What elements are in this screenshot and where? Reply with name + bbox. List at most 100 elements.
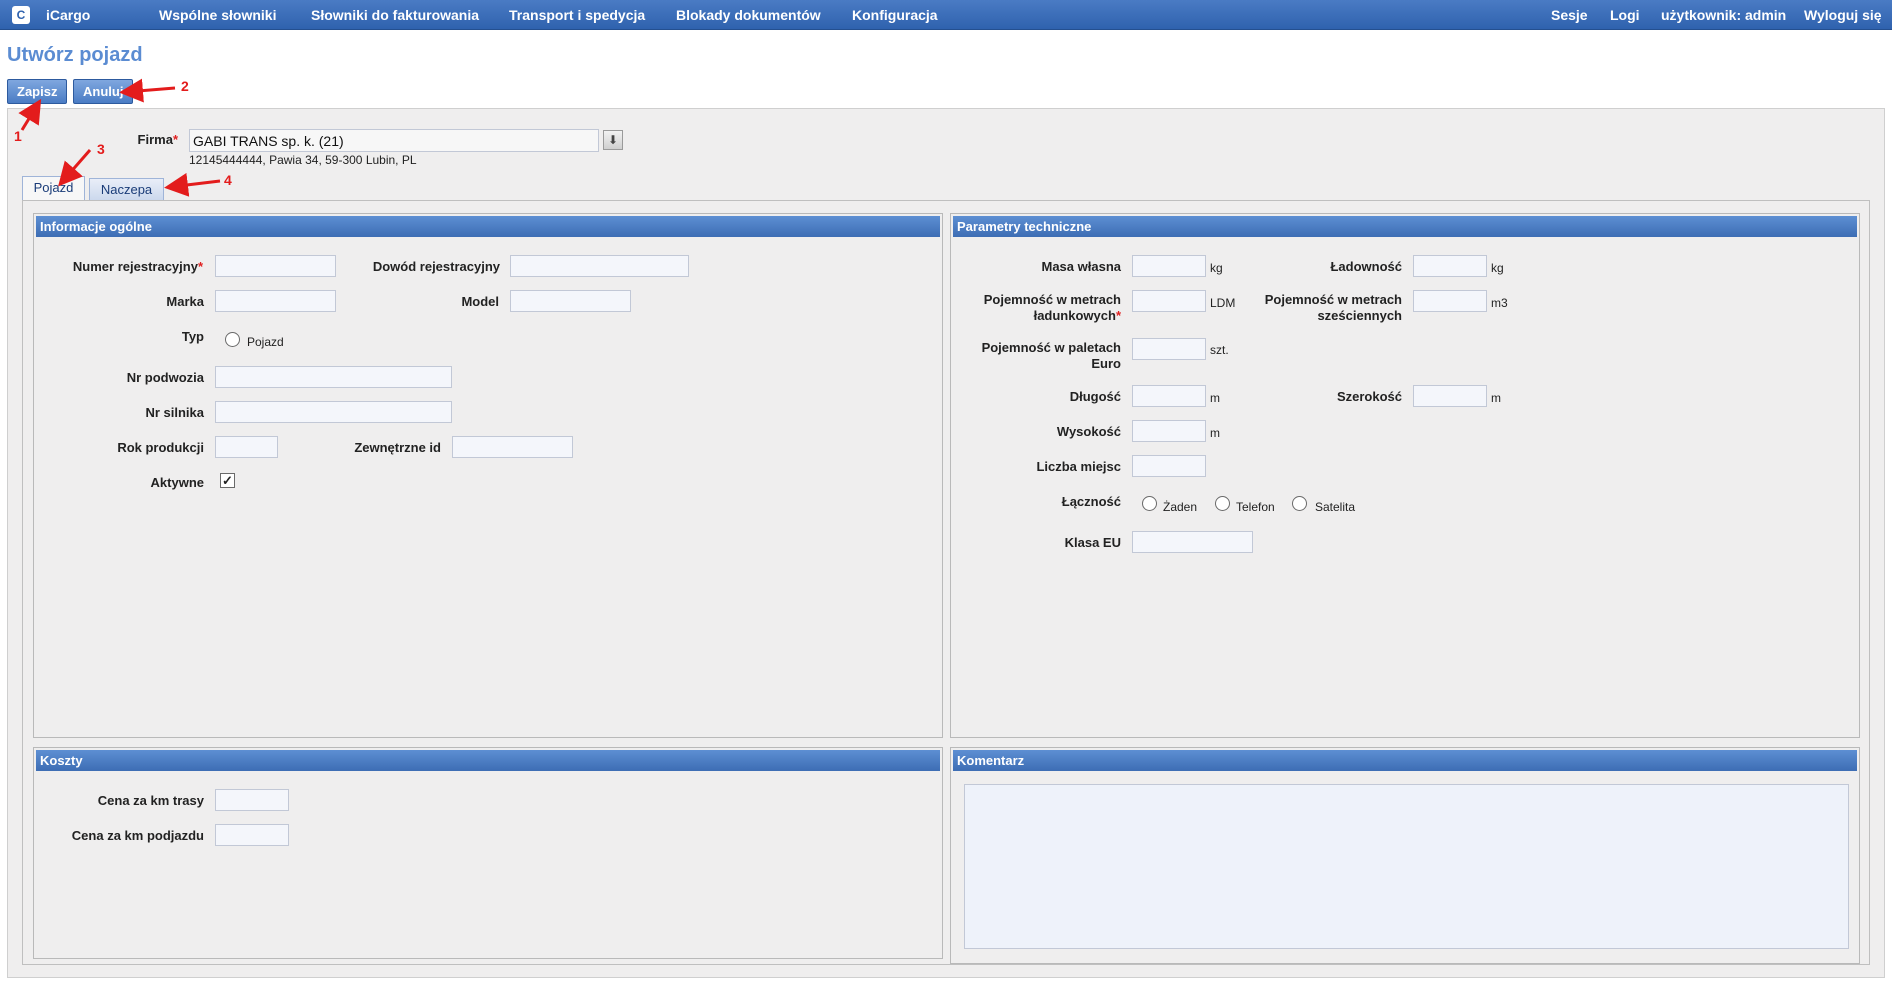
ladownosc-input[interactable] xyxy=(1413,255,1487,277)
dowod-rejestracyjny-input[interactable] xyxy=(510,255,689,277)
ladownosc-label: Ładowność xyxy=(1330,259,1402,274)
rok-produkcji-input[interactable] xyxy=(215,436,278,458)
logout-link[interactable]: Wyloguj się xyxy=(1804,7,1882,23)
dlugosc-unit: m xyxy=(1210,391,1220,405)
wysokosc-label: Wysokość xyxy=(1056,424,1121,439)
cena-trasy-label: Cena za km trasy xyxy=(97,793,204,808)
lacznosc-telefon-radio[interactable] xyxy=(1215,496,1230,511)
lacznosc-zaden-radio[interactable] xyxy=(1142,496,1157,511)
nav-item-logi[interactable]: Logi xyxy=(1610,7,1640,23)
firma-address: 12145444444, Pawia 34, 59-300 Lubin, PL xyxy=(189,153,417,167)
numer-rejestracyjny-label: Numer rejestracyjny* xyxy=(40,259,203,274)
lacznosc-zaden-label: Żaden xyxy=(1163,500,1198,514)
icargo-logo-icon: C xyxy=(12,6,30,24)
nav-item-konfiguracja[interactable]: Konfiguracja xyxy=(852,7,938,23)
page-title: Utwórz pojazd xyxy=(7,44,143,66)
numer-rejestracyjny-input[interactable] xyxy=(215,255,336,277)
typ-label: Typ xyxy=(181,329,204,344)
download-arrow-icon[interactable]: ⬇ xyxy=(603,130,623,150)
cena-podjazdu-label: Cena za km podjazdu xyxy=(71,828,204,843)
typ-pojazd-label: Pojazd xyxy=(247,335,284,349)
save-button[interactable]: Zapisz xyxy=(7,79,68,104)
klasa-eu-input[interactable] xyxy=(1132,531,1253,553)
panel-header-general: Informacje ogólne xyxy=(36,216,940,237)
cancel-button[interactable]: Anuluj xyxy=(73,79,134,104)
cena-podjazdu-input[interactable] xyxy=(215,824,289,846)
annotation-4: 4 xyxy=(224,172,232,188)
tab-naczepa[interactable]: Naczepa xyxy=(89,178,164,202)
zewnetrzne-id-label: Zewnętrzne id xyxy=(354,440,441,455)
nav-item-slowniki-fakturowania[interactable]: Słowniki do fakturowania xyxy=(311,7,479,23)
pojemnosc-palety-input[interactable] xyxy=(1132,338,1206,360)
lacznosc-telefon-label: Telefon xyxy=(1236,500,1275,514)
firma-field[interactable] xyxy=(189,129,599,152)
nav-item-sesje[interactable]: Sesje xyxy=(1551,7,1588,23)
annotation-3: 3 xyxy=(97,141,105,157)
app-name: iCargo xyxy=(46,7,91,23)
panel-costs: Koszty xyxy=(33,747,943,959)
numer-rejestracyjny-label-text: Numer rejestracyjny xyxy=(72,259,198,274)
annotation-1: 1 xyxy=(14,128,22,144)
aktywne-label: Aktywne xyxy=(150,475,204,490)
nr-silnika-input[interactable] xyxy=(215,401,452,423)
nav-item-blokady-dokumentow[interactable]: Blokady dokumentów xyxy=(676,7,821,23)
liczba-miejsc-label: Liczba miejsc xyxy=(1036,459,1121,474)
firma-label: Firma* xyxy=(120,132,178,147)
masa-wlasna-unit: kg xyxy=(1210,261,1223,275)
pojemnosc-palety-unit: szt. xyxy=(1210,343,1229,357)
pojemnosc-m3-label: Pojemność w metrach sześciennych xyxy=(1230,292,1402,324)
marka-input[interactable] xyxy=(215,290,336,312)
lacznosc-label: Łączność xyxy=(1061,494,1121,509)
nr-podwozia-input[interactable] xyxy=(215,366,452,388)
pojemnosc-m3-label-line1: Pojemność w metrach xyxy=(1264,292,1402,307)
zewnetrzne-id-input[interactable] xyxy=(452,436,573,458)
annotation-2: 2 xyxy=(181,78,189,94)
ladownosc-unit: kg xyxy=(1491,261,1504,275)
aktywne-checkbox[interactable]: ✓ xyxy=(220,473,235,488)
dlugosc-label: Długość xyxy=(1069,389,1121,404)
user-label: użytkownik: admin xyxy=(1661,7,1787,23)
required-marker: * xyxy=(1115,308,1121,323)
lacznosc-satelita-radio[interactable] xyxy=(1292,496,1307,511)
app-logo[interactable]: C iCargo xyxy=(12,5,90,25)
pojemnosc-palety-label-line1: Pojemność w paletach xyxy=(981,340,1121,355)
required-marker: * xyxy=(197,259,203,274)
pojemnosc-ldm-input[interactable] xyxy=(1132,290,1206,312)
liczba-miejsc-input[interactable] xyxy=(1132,455,1206,477)
typ-pojazd-radio[interactable] xyxy=(225,332,240,347)
pojemnosc-ldm-label-line1: Pojemność w metrach xyxy=(983,292,1121,307)
top-nav-bar: C iCargo Wspólne słowniki Słowniki do fa… xyxy=(0,0,1892,30)
firma-label-text: Firma xyxy=(137,132,173,147)
wysokosc-input[interactable] xyxy=(1132,420,1206,442)
cena-trasy-input[interactable] xyxy=(215,789,289,811)
pojemnosc-ldm-label-line2: ładunkowych xyxy=(1033,308,1116,323)
panel-header-tech: Parametry techniczne xyxy=(953,216,1857,237)
dowod-rejestracyjny-label: Dowód rejestracyjny xyxy=(372,259,500,274)
model-input[interactable] xyxy=(510,290,631,312)
pojemnosc-m3-input[interactable] xyxy=(1413,290,1487,312)
lacznosc-satelita-label: Satelita xyxy=(1315,500,1356,514)
szerokosc-unit: m xyxy=(1491,391,1501,405)
dlugosc-input[interactable] xyxy=(1132,385,1206,407)
pojemnosc-palety-label: Pojemność w paletach Euro xyxy=(960,340,1121,372)
model-label: Model xyxy=(461,294,499,309)
szerokosc-label: Szerokość xyxy=(1336,389,1402,404)
nav-item-wspolne-slowniki[interactable]: Wspólne słowniki xyxy=(159,7,276,23)
masa-wlasna-input[interactable] xyxy=(1132,255,1206,277)
panel-header-comment: Komentarz xyxy=(953,750,1857,771)
szerokosc-input[interactable] xyxy=(1413,385,1487,407)
pojemnosc-m3-unit: m3 xyxy=(1491,296,1508,310)
pojemnosc-ldm-label: Pojemność w metrach ładunkowych* xyxy=(960,292,1121,324)
required-marker: * xyxy=(172,132,178,147)
rok-produkcji-label: Rok produkcji xyxy=(117,440,204,455)
nr-podwozia-label: Nr podwozia xyxy=(126,370,204,385)
pojemnosc-m3-label-line2: sześciennych xyxy=(1317,308,1402,323)
marka-label: Marka xyxy=(166,294,204,309)
klasa-eu-label: Klasa EU xyxy=(1064,535,1121,550)
masa-wlasna-label: Masa własna xyxy=(1041,259,1122,274)
pojemnosc-palety-label-line2: Euro xyxy=(1091,356,1121,371)
wysokosc-unit: m xyxy=(1210,426,1220,440)
comment-textarea[interactable] xyxy=(964,784,1849,949)
tab-pojazd[interactable]: Pojazd xyxy=(22,176,85,202)
nav-item-transport-spedycja[interactable]: Transport i spedycja xyxy=(509,7,645,23)
